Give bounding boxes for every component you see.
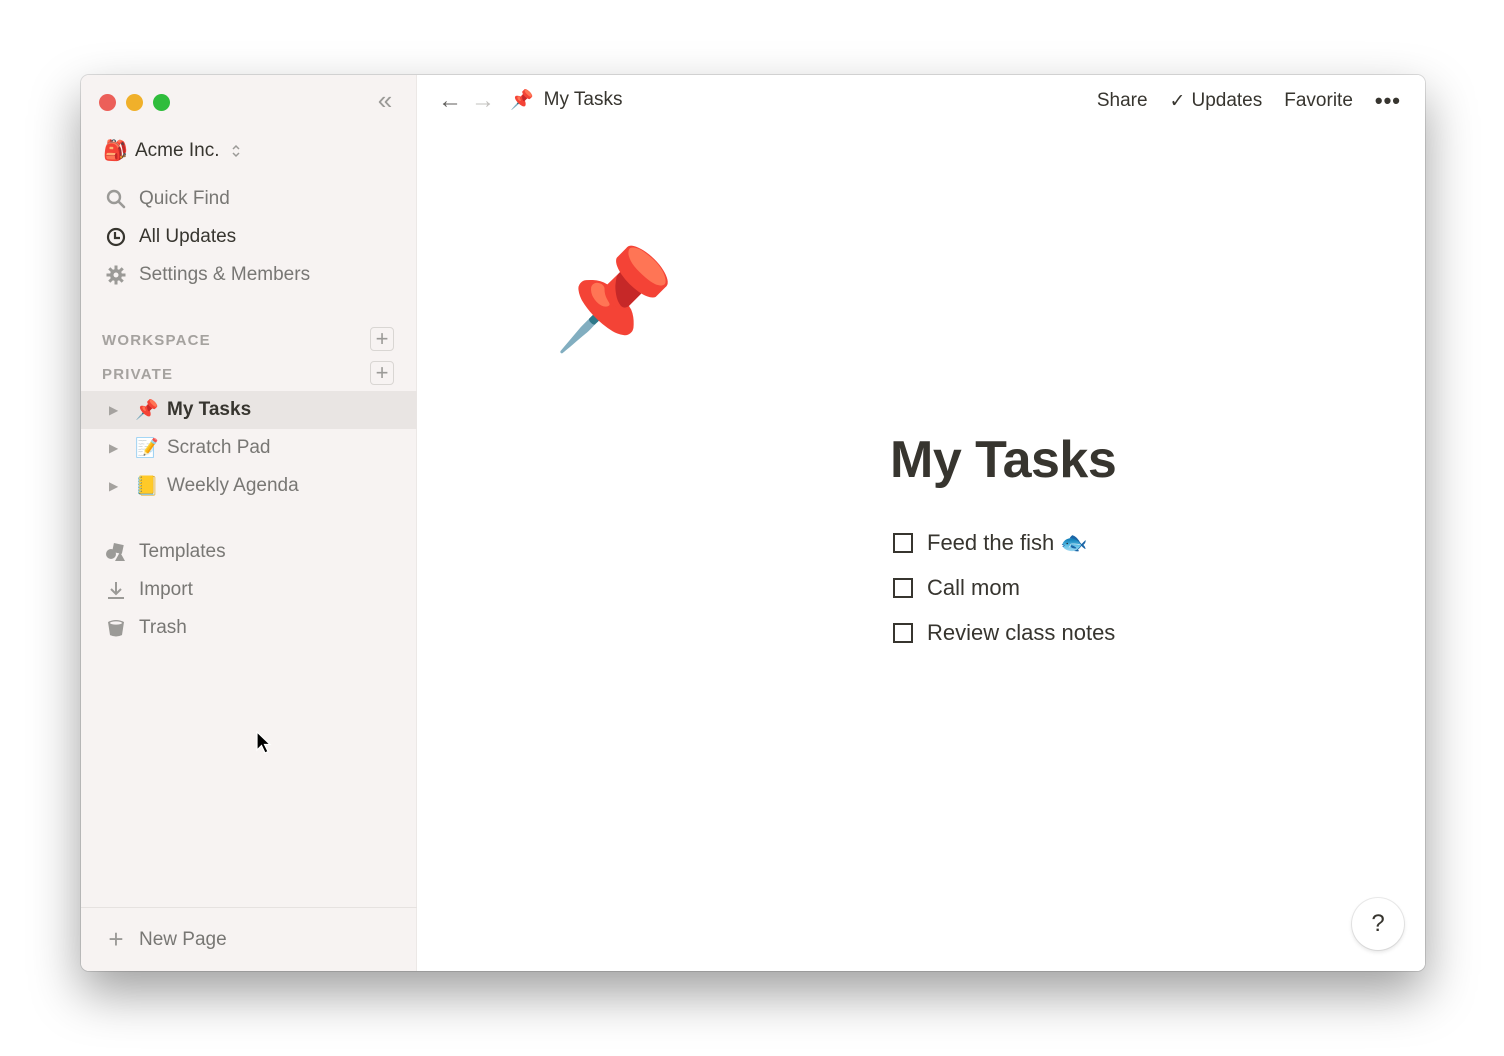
topbar-actions: Share ✓ Updates Favorite •••	[1097, 88, 1401, 114]
sidebar-item-import[interactable]: Import	[81, 571, 417, 609]
checkmark-icon: ✓	[1169, 90, 1186, 112]
topbar: ← → 📌 My Tasks Share ✓ Updates Favorite …	[417, 75, 1425, 129]
templates-icon	[105, 541, 127, 563]
todo-text[interactable]: Call mom	[927, 575, 1020, 601]
add-private-page-button[interactable]: +	[370, 361, 394, 385]
minimize-window-button[interactable]	[126, 94, 143, 111]
sidebar-page-scratch-pad[interactable]: ▶ 📝 Scratch Pad	[81, 429, 417, 467]
search-icon	[105, 188, 127, 210]
favorite-button[interactable]: Favorite	[1284, 90, 1353, 112]
page-label: Weekly Agenda	[167, 475, 299, 496]
sidebar-item-settings[interactable]: Settings & Members	[81, 256, 417, 294]
sidebar-item-label: Templates	[139, 541, 226, 562]
todo-text[interactable]: Review class notes	[927, 620, 1115, 646]
sidebar-item-label: Trash	[139, 617, 187, 638]
page-label: My Tasks	[167, 399, 252, 420]
new-page-label: New Page	[139, 928, 227, 950]
section-label-workspace: WORKSPACE	[102, 332, 211, 349]
updates-label: Updates	[1191, 90, 1263, 111]
section-label-private: PRIVATE	[102, 366, 174, 383]
sidebar-item-label: Quick Find	[139, 188, 230, 209]
share-button[interactable]: Share	[1097, 90, 1148, 112]
workspace-name: Acme Inc.	[135, 139, 220, 161]
memo-icon: 📝	[135, 438, 159, 459]
expand-triangle-icon[interactable]: ▶	[109, 403, 123, 417]
close-window-button[interactable]	[99, 94, 116, 111]
backpack-icon: 🎒	[103, 140, 128, 162]
todo-checkbox[interactable]	[893, 578, 913, 598]
todo-checkbox[interactable]	[893, 623, 913, 643]
expand-triangle-icon[interactable]: ▶	[109, 441, 123, 455]
app-window: « 🎒 Acme Inc. Quick Find All Updates Set	[81, 75, 1425, 971]
sidebar-item-quick-find[interactable]: Quick Find	[81, 180, 417, 218]
todo-item: Review class notes	[893, 620, 1115, 646]
sidebar-item-label: Settings & Members	[139, 264, 311, 285]
zoom-window-button[interactable]	[153, 94, 170, 111]
sidebar-item-templates[interactable]: Templates	[81, 533, 417, 571]
gear-icon	[105, 264, 127, 286]
trash-icon	[105, 617, 127, 639]
double-chevron-left-icon[interactable]: «	[371, 87, 399, 115]
sidebar-item-all-updates[interactable]: All Updates	[81, 218, 417, 256]
mouse-cursor-icon	[256, 730, 272, 760]
sidebar: « 🎒 Acme Inc. Quick Find All Updates Set	[81, 75, 417, 971]
ledger-icon: 📒	[135, 476, 159, 497]
todo-text[interactable]: Feed the fish 🐟	[927, 530, 1088, 556]
expand-triangle-icon[interactable]: ▶	[109, 479, 123, 493]
plus-icon: +	[108, 924, 124, 954]
pushpin-icon: 📌	[510, 90, 534, 111]
forward-arrow-icon[interactable]: →	[469, 87, 497, 115]
sidebar-item-label: Import	[139, 579, 193, 600]
todo-checkbox[interactable]	[893, 533, 913, 553]
sidebar-page-my-tasks[interactable]: ▶ 📌 My Tasks	[81, 391, 417, 429]
todo-item: Feed the fish 🐟	[893, 530, 1088, 556]
window-controls	[99, 94, 170, 111]
page-title[interactable]: My Tasks	[890, 430, 1117, 490]
import-icon	[105, 579, 127, 601]
sidebar-item-label: All Updates	[139, 226, 237, 247]
todo-item: Call mom	[893, 575, 1020, 601]
pushpin-icon: 📌	[135, 400, 159, 421]
up-down-chevron-icon	[231, 144, 241, 158]
sidebar-page-weekly-agenda[interactable]: ▶ 📒 Weekly Agenda	[81, 467, 417, 505]
back-arrow-icon[interactable]: ←	[436, 87, 464, 115]
more-options-icon[interactable]: •••	[1375, 88, 1401, 114]
add-workspace-page-button[interactable]: +	[370, 327, 394, 351]
breadcrumb-label: My Tasks	[543, 89, 623, 110]
new-page-button[interactable]: + New Page	[81, 907, 417, 971]
page-icon-pushpin[interactable]: 📌	[553, 250, 675, 348]
updates-button[interactable]: ✓ Updates	[1170, 90, 1263, 113]
workspace-switcher[interactable]: 🎒 Acme Inc.	[103, 138, 241, 163]
clock-icon	[105, 226, 127, 248]
help-button[interactable]: ?	[1352, 898, 1404, 950]
page-label: Scratch Pad	[167, 437, 271, 458]
breadcrumb[interactable]: 📌 My Tasks	[510, 88, 623, 112]
sidebar-item-trash[interactable]: Trash	[81, 609, 417, 647]
main-content: ← → 📌 My Tasks Share ✓ Updates Favorite …	[417, 75, 1425, 971]
